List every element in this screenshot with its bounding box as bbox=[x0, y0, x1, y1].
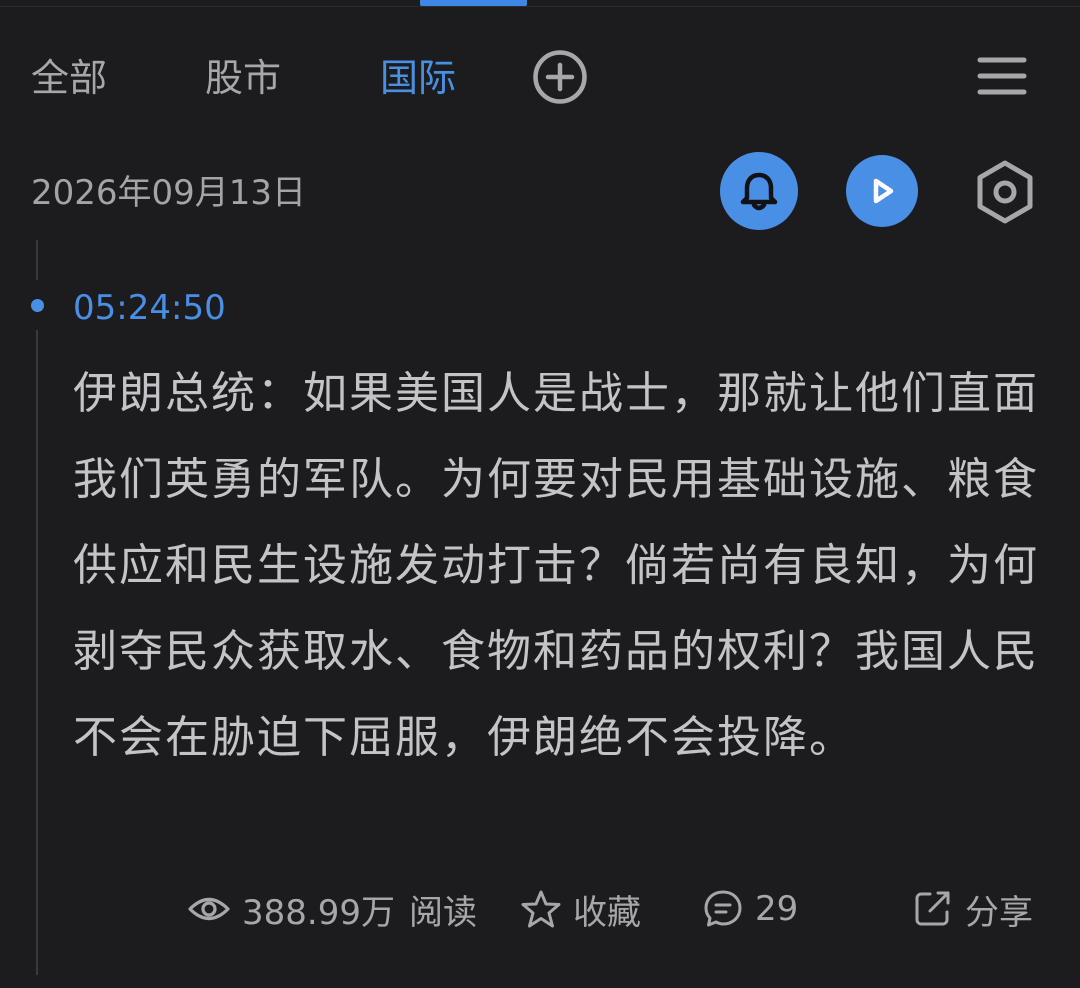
add-tab-button[interactable] bbox=[532, 49, 588, 105]
share-icon bbox=[915, 891, 950, 926]
comment-icon bbox=[704, 890, 742, 927]
tab-stock[interactable]: 股市 bbox=[205, 52, 281, 104]
share-label: 分享 bbox=[965, 892, 1033, 933]
views-label: 阅读 bbox=[408, 892, 477, 933]
views-value: 388.99万 bbox=[242, 892, 395, 933]
eye-icon bbox=[188, 897, 230, 921]
play-audio-button[interactable] bbox=[846, 155, 918, 227]
bell-icon bbox=[740, 172, 778, 211]
hexagon-settings-icon bbox=[977, 160, 1033, 224]
news-text[interactable]: 伊朗总统：如果美国人是战士，那就让他们直面我们英勇的军队。为何要对民用基础设施、… bbox=[73, 351, 1043, 781]
comments-button[interactable]: 29 bbox=[703, 886, 798, 932]
news-time: 05:24:50 bbox=[73, 288, 226, 328]
tab-international[interactable]: 国际 bbox=[380, 52, 456, 104]
menu-button[interactable] bbox=[977, 54, 1027, 98]
top-divider bbox=[0, 6, 1080, 7]
comments-count: 29 bbox=[755, 889, 799, 929]
hamburger-menu-icon bbox=[977, 57, 1027, 95]
timeline-line bbox=[36, 240, 38, 280]
notification-button[interactable] bbox=[720, 152, 798, 230]
favorite-label: 收藏 bbox=[573, 892, 641, 933]
date-label: 2026年09月13日 bbox=[31, 173, 307, 213]
timeline-dot bbox=[31, 299, 44, 312]
views-count: 388.99万 阅读 bbox=[188, 886, 477, 933]
timeline-line bbox=[36, 330, 38, 975]
favorite-button[interactable]: 收藏 bbox=[521, 886, 641, 933]
tab-all[interactable]: 全部 bbox=[31, 52, 107, 104]
star-icon bbox=[521, 890, 561, 928]
settings-button[interactable] bbox=[973, 158, 1037, 226]
share-button[interactable]: 分享 bbox=[913, 886, 1033, 933]
play-icon bbox=[873, 178, 894, 204]
plus-circle-icon bbox=[533, 50, 587, 104]
